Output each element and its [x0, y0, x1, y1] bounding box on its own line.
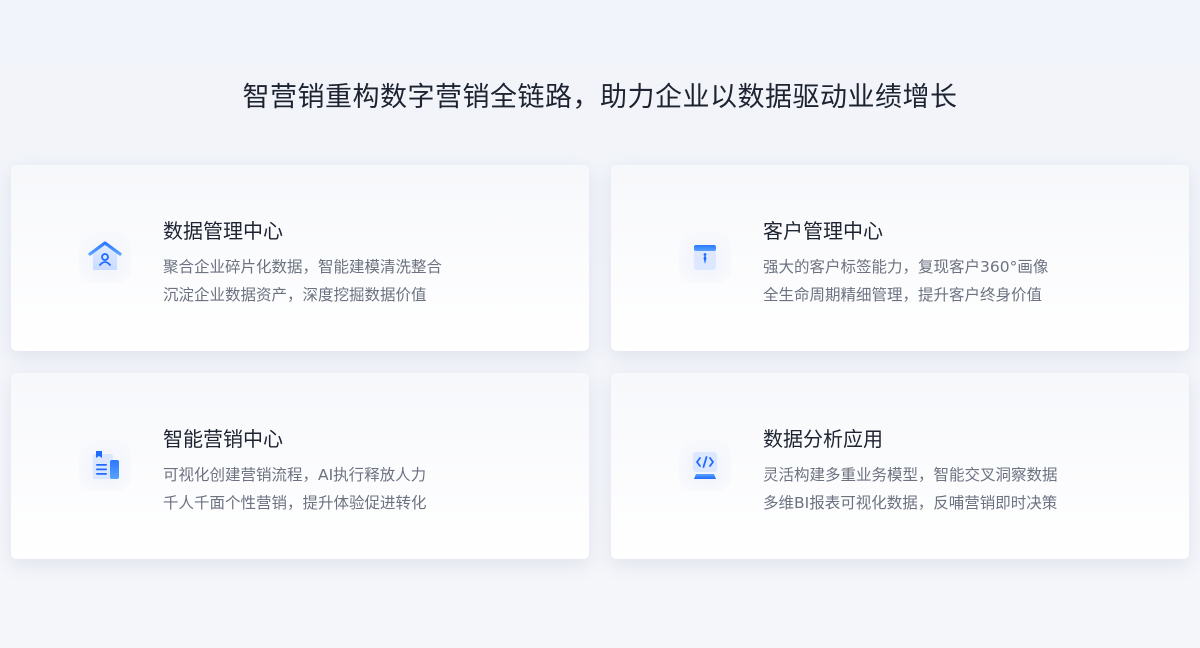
feature-card-customer-management[interactable]: 客户管理中心 强大的客户标签能力，复现客户360°画像 全生命周期精细管理，提升… — [611, 165, 1189, 351]
card-description-line-2: 千人千面个性营销，提升体验促进转化 — [163, 494, 427, 512]
card-description-line-2: 全生命周期精细管理，提升客户终身价值 — [763, 286, 1043, 304]
marketing-document-icon — [79, 439, 131, 491]
card-title: 客户管理中心 — [763, 219, 883, 243]
card-description-line-1: 灵活构建多重业务模型，智能交叉洞察数据 — [763, 466, 1058, 484]
card-title: 智能营销中心 — [163, 427, 283, 451]
card-description-line-1: 强大的客户标签能力，复现客户360°画像 — [763, 258, 1049, 276]
section-headline: 智营销重构数字营销全链路，助力企业以数据驱动业绩增长 — [242, 82, 958, 113]
card-description-line-1: 可视化创建营销流程，AI执行释放人力 — [163, 466, 427, 484]
code-monitor-icon — [679, 439, 731, 491]
customer-badge-icon — [679, 231, 731, 283]
card-description-line-2: 沉淀企业数据资产，深度挖掘数据价值 — [163, 286, 427, 304]
data-management-house-icon — [79, 231, 131, 283]
card-description-line-1: 聚合企业碎片化数据，智能建模清洗整合 — [163, 258, 443, 276]
card-title: 数据管理中心 — [163, 219, 283, 243]
feature-card-data-management[interactable]: 数据管理中心 聚合企业碎片化数据，智能建模清洗整合 沉淀企业数据资产，深度挖掘数… — [11, 165, 589, 351]
card-description-line-2: 多维BI报表可视化数据，反哺营销即时决策 — [763, 494, 1058, 512]
feature-card-smart-marketing[interactable]: 智能营销中心 可视化创建营销流程，AI执行释放人力 千人千面个性营销，提升体验促… — [11, 373, 589, 559]
card-title: 数据分析应用 — [763, 427, 883, 451]
feature-card-data-analysis[interactable]: 数据分析应用 灵活构建多重业务模型，智能交叉洞察数据 多维BI报表可视化数据，反… — [611, 373, 1189, 559]
